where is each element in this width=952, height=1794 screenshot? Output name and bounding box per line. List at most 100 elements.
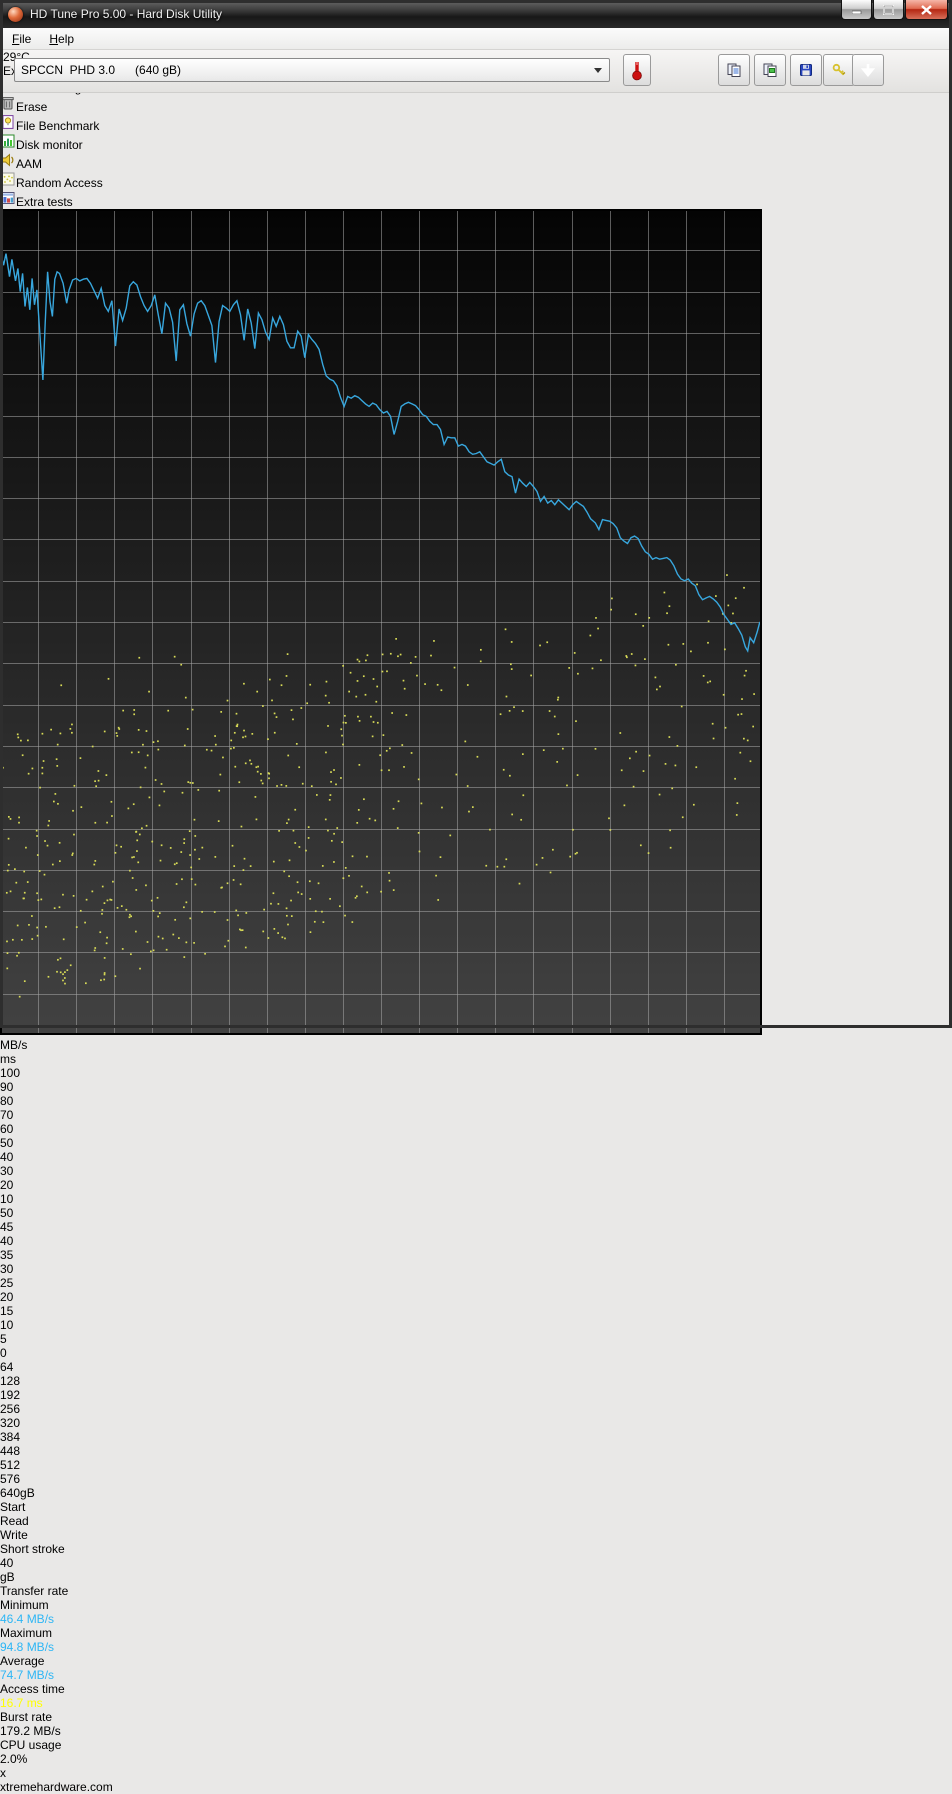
temperature-button[interactable] [623, 54, 651, 86]
speaker-icon [2, 153, 14, 167]
toolbar: SPCCN PHD 3.0 (640 gB) 29°C Exit [3, 50, 949, 93]
maximum-label: Maximum [0, 1626, 53, 1640]
drive-selector-value: SPCCN PHD 3.0 (640 gB) [21, 63, 182, 77]
tab-erase[interactable]: Erase [0, 95, 952, 114]
short-stroke-capacity-input[interactable]: 40 [0, 1556, 952, 1570]
bottom-axis-tick: 512 [0, 1458, 21, 1472]
bottom-axis-tick: 192 [0, 1388, 21, 1402]
title-bar: HD Tune Pro 5.00 - Hard Disk Utility [0, 0, 952, 28]
bottom-axis-tick: 320 [0, 1416, 21, 1430]
control-panel: Start Read Write Short stroke 40 gB Tran… [0, 1500, 952, 1766]
benchmark-chart [0, 209, 952, 1038]
right-axis-tick: 25 [0, 1276, 14, 1290]
bottom-axis-tick: 384 [0, 1430, 21, 1444]
burst-rate-checkbox[interactable]: Burst rate [0, 1710, 952, 1724]
read-radio[interactable]: Read [0, 1514, 952, 1528]
copy-image-button[interactable] [754, 54, 786, 86]
chevron-down-icon [594, 68, 602, 73]
copy-icon [727, 63, 741, 77]
copy-image-icon [763, 63, 777, 77]
bottom-axis-tick: 576 [0, 1472, 21, 1486]
transfer-rate-label: Transfer rate [0, 1584, 69, 1598]
right-axis-tick: 5 [0, 1332, 7, 1346]
app-icon [8, 6, 23, 22]
start-button[interactable]: Start [0, 1500, 952, 1514]
right-axis-unit: ms [0, 1052, 16, 1066]
right-axis-tick: 20 [0, 1290, 14, 1304]
read-label: Read [0, 1514, 29, 1528]
cpu-usage-label: CPU usage [0, 1738, 62, 1752]
minimum-value: 46.4 MB/s [0, 1612, 55, 1626]
trash-icon [2, 97, 14, 110]
average-label: Average [0, 1654, 45, 1668]
start-label: Start [0, 1500, 26, 1514]
tab-label: AAM [16, 157, 43, 171]
save-button[interactable] [790, 54, 822, 86]
left-axis-tick: 80 [0, 1094, 14, 1108]
right-axis-tick: 45 [0, 1220, 14, 1234]
random-access-icon [1, 172, 15, 186]
watermark-text: xtremehardware.com [0, 1780, 113, 1794]
extra-tests-icon [1, 192, 15, 204]
access-time-checkbox[interactable]: Access time [0, 1682, 952, 1696]
tab-label: Extra tests [16, 195, 73, 209]
download-arrow-icon [860, 64, 876, 78]
tab-extra-tests[interactable]: Extra tests [0, 190, 952, 209]
disk-monitor-icon [1, 134, 15, 148]
maximize-button[interactable] [873, 0, 904, 20]
tab-label: Disk monitor [16, 138, 83, 152]
tab-label: Erase [16, 100, 48, 114]
right-axis-tick: 50 [0, 1206, 14, 1220]
axis-ticks: 100 90 80 70 60 50 40 30 20 10 50 45 40 35 30 25 20 15 10 5… [0, 1066, 952, 1500]
write-label: Write [0, 1528, 28, 1542]
left-axis-tick: 30 [0, 1164, 14, 1178]
left-axis-tick: 90 [0, 1080, 14, 1094]
cpu-usage-value: 2.0% [0, 1752, 28, 1766]
xtremehardware-logo: x [0, 1766, 6, 1780]
capacity-value: 40 [0, 1556, 14, 1570]
short-stroke-label: Short stroke [0, 1542, 65, 1556]
burst-rate-value: 179.2 MB/s [0, 1724, 61, 1738]
tab-label: Random Access [16, 176, 103, 190]
copy-button[interactable] [718, 54, 750, 86]
close-button[interactable] [905, 0, 948, 20]
access-time-label: Access time [0, 1682, 65, 1696]
left-axis-tick: 20 [0, 1178, 14, 1192]
update-button[interactable] [852, 54, 884, 86]
bottom-axis-tick: 448 [0, 1444, 21, 1458]
maximize-icon [883, 4, 894, 15]
bottom-axis-tick: 0 [0, 1346, 7, 1360]
tab-aam[interactable]: AAM [0, 152, 952, 171]
left-axis-tick: 60 [0, 1122, 14, 1136]
window-controls [840, 0, 948, 20]
short-stroke-checkbox[interactable]: Short stroke [0, 1542, 952, 1556]
tab-random-access[interactable]: Random Access [0, 171, 952, 190]
bottom-axis-tick: 128 [0, 1374, 21, 1388]
right-axis-tick: 35 [0, 1248, 14, 1262]
bottom-axis-tick: 256 [0, 1402, 21, 1416]
options-keys-icon [832, 63, 846, 76]
capacity-unit: gB [0, 1570, 15, 1584]
right-axis-tick: 15 [0, 1304, 14, 1318]
bottom-axis-tick: 64 [0, 1360, 14, 1374]
menu-help[interactable]: Help [40, 30, 83, 48]
file-benchmark-icon [2, 115, 14, 129]
minimum-label: Minimum [0, 1598, 49, 1612]
left-axis-unit: MB/s [0, 1038, 28, 1052]
left-axis-tick: 50 [0, 1136, 14, 1150]
menu-file[interactable]: File [3, 30, 40, 48]
window-title: HD Tune Pro 5.00 - Hard Disk Utility [30, 7, 223, 21]
right-axis-tick: 40 [0, 1234, 14, 1248]
tab-file-benchmark[interactable]: File Benchmark [0, 114, 952, 133]
right-axis-tick: 10 [0, 1318, 14, 1332]
tab-disk-monitor[interactable]: Disk monitor [0, 133, 952, 152]
transfer-rate-checkbox[interactable]: Transfer rate [0, 1584, 952, 1598]
drive-selector-dropdown[interactable]: SPCCN PHD 3.0 (640 gB) [14, 58, 610, 82]
menu-bar: File Help [3, 28, 949, 50]
bottom-axis-tick: 640gB [0, 1486, 35, 1500]
thermometer-icon [632, 62, 642, 81]
minimize-icon [851, 10, 861, 14]
write-radio[interactable]: Write [0, 1528, 952, 1542]
options-button[interactable] [823, 54, 855, 86]
minimize-button[interactable] [841, 0, 872, 20]
